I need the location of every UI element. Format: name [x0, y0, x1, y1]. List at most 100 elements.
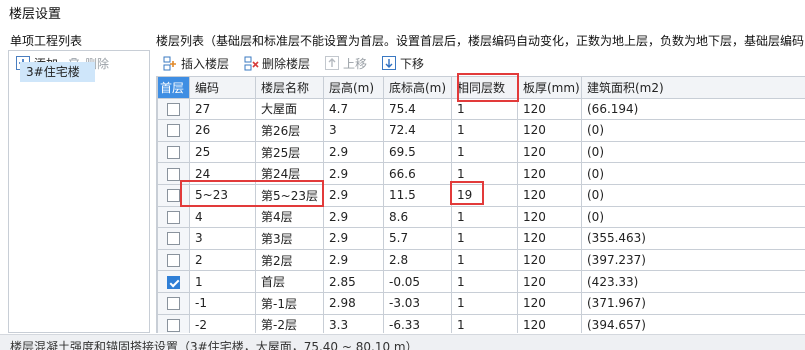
table-row[interactable]: 27 大屋面 4.7 75.4 1 120 (66.194) — [157, 97, 805, 121]
cell-same[interactable]: 1 — [451, 162, 518, 185]
cell-same[interactable]: 1 — [451, 270, 518, 293]
cell-name[interactable]: 第4层 — [255, 205, 324, 229]
table-row[interactable]: -1 第-1层 2.98 -3.03 1 120 (371.967) — [157, 291, 805, 315]
cell-name[interactable]: 大屋面 — [255, 97, 324, 121]
cell-name[interactable]: 第26层 — [255, 119, 324, 142]
cell-code[interactable]: -1 — [189, 291, 256, 315]
cell-area[interactable]: (355.463) — [581, 227, 805, 250]
cell-slab[interactable]: 120 — [517, 97, 582, 121]
cell-base[interactable]: -0.05 — [383, 270, 452, 293]
cell-same[interactable]: 1 — [451, 248, 518, 272]
cell-code[interactable]: 5~23 — [189, 183, 256, 207]
cell-height[interactable]: 2.85 — [323, 270, 384, 293]
cell-same[interactable]: 1 — [451, 119, 518, 142]
table-row[interactable]: 24 第24层 2.9 66.6 1 120 (0) — [157, 162, 805, 185]
cell-name[interactable]: 第24层 — [255, 162, 324, 185]
col-header-slab-thickness[interactable]: 板厚(mm) — [517, 76, 582, 99]
cell-base[interactable]: -6.33 — [383, 313, 452, 333]
cell-slab[interactable]: 120 — [517, 270, 582, 293]
col-header-floor-name[interactable]: 楼层名称 — [255, 76, 324, 99]
first-floor-checkbox[interactable] — [167, 124, 180, 138]
cell-height[interactable]: 2.9 — [323, 162, 384, 185]
cell-base[interactable]: 75.4 — [383, 97, 452, 121]
cell-area[interactable]: (0) — [581, 140, 805, 164]
table-row[interactable]: 25 第25层 2.9 69.5 1 120 (0) — [157, 140, 805, 164]
cell-area[interactable]: (423.33) — [581, 270, 805, 293]
cell-height[interactable]: 2.9 — [323, 183, 384, 207]
cell-code[interactable]: 4 — [189, 205, 256, 229]
cell-height[interactable]: 3.3 — [323, 313, 384, 333]
col-header-code[interactable]: 编码 — [189, 76, 256, 99]
table-row[interactable]: 1 首层 2.85 -0.05 1 120 (423.33) — [157, 270, 805, 293]
delete-floor-button[interactable]: 删除楼层 — [243, 55, 310, 72]
cell-code[interactable]: 27 — [189, 97, 256, 121]
cell-code[interactable]: 1 — [189, 270, 256, 293]
cell-code[interactable]: 25 — [189, 140, 256, 164]
cell-area[interactable]: (371.967) — [581, 291, 805, 315]
cell-area[interactable]: (0) — [581, 205, 805, 229]
cell-height[interactable]: 2.98 — [323, 291, 384, 315]
cell-height[interactable]: 2.9 — [323, 140, 384, 164]
cell-name[interactable]: 第-1层 — [255, 291, 324, 315]
cell-code[interactable]: 26 — [189, 119, 256, 142]
cell-name[interactable]: 第2层 — [255, 248, 324, 272]
cell-slab[interactable]: 120 — [517, 162, 582, 185]
cell-slab[interactable]: 120 — [517, 291, 582, 315]
cell-name[interactable]: 第3层 — [255, 227, 324, 250]
cell-base[interactable]: 2.8 — [383, 248, 452, 272]
cell-area[interactable]: (397.237) — [581, 248, 805, 272]
cell-slab[interactable]: 120 — [517, 205, 582, 229]
table-row[interactable]: -2 第-2层 3.3 -6.33 1 120 (394.657) — [157, 313, 805, 333]
cell-height[interactable]: 2.9 — [323, 227, 384, 250]
col-header-first-floor[interactable]: 首层 — [157, 76, 190, 99]
cell-area[interactable]: (0) — [581, 162, 805, 185]
cell-height[interactable]: 2.9 — [323, 248, 384, 272]
cell-area[interactable]: (66.194) — [581, 97, 805, 121]
first-floor-checkbox[interactable] — [167, 189, 180, 203]
col-header-same-floors[interactable]: 相同层数 — [451, 76, 518, 99]
move-up-button[interactable]: 上移 — [324, 55, 367, 72]
col-header-base-elevation[interactable]: 底标高(m) — [383, 76, 452, 99]
cell-height[interactable]: 4.7 — [323, 97, 384, 121]
table-row[interactable]: 5~23 第5~23层 2.9 11.5 19 120 (0) — [157, 183, 805, 207]
cell-same[interactable]: 1 — [451, 97, 518, 121]
cell-name[interactable]: 第25层 — [255, 140, 324, 164]
cell-area[interactable]: (0) — [581, 183, 805, 207]
table-row[interactable]: 4 第4层 2.9 8.6 1 120 (0) — [157, 205, 805, 229]
cell-same[interactable]: 1 — [451, 227, 518, 250]
cell-slab[interactable]: 120 — [517, 183, 582, 207]
cell-same[interactable]: 1 — [451, 291, 518, 315]
cell-base[interactable]: 72.4 — [383, 119, 452, 142]
cell-height[interactable]: 2.9 — [323, 205, 384, 229]
cell-base[interactable]: 5.7 — [383, 227, 452, 250]
first-floor-checkbox[interactable] — [167, 318, 180, 332]
cell-base[interactable]: 66.6 — [383, 162, 452, 185]
move-down-button[interactable]: 下移 — [381, 55, 424, 72]
cell-same[interactable]: 1 — [451, 313, 518, 333]
table-row[interactable]: 26 第26层 3 72.4 1 120 (0) — [157, 119, 805, 142]
first-floor-checkbox[interactable] — [167, 275, 180, 289]
first-floor-checkbox[interactable] — [167, 167, 180, 181]
cell-same[interactable]: 1 — [451, 205, 518, 229]
insert-floor-button[interactable]: 插入楼层 — [162, 55, 229, 72]
cell-base[interactable]: 8.6 — [383, 205, 452, 229]
col-header-floor-area[interactable]: 建筑面积(m2) — [581, 76, 805, 99]
first-floor-checkbox[interactable] — [167, 297, 180, 311]
cell-code[interactable]: 3 — [189, 227, 256, 250]
cell-name[interactable]: 第-2层 — [255, 313, 324, 333]
cell-slab[interactable]: 120 — [517, 248, 582, 272]
cell-slab[interactable]: 120 — [517, 227, 582, 250]
cell-area[interactable]: (0) — [581, 119, 805, 142]
cell-area[interactable]: (394.657) — [581, 313, 805, 333]
first-floor-checkbox[interactable] — [167, 232, 180, 246]
cell-name[interactable]: 第5~23层 — [255, 183, 324, 207]
table-row[interactable]: 2 第2层 2.9 2.8 1 120 (397.237) — [157, 248, 805, 272]
cell-code[interactable]: 24 — [189, 162, 256, 185]
first-floor-checkbox[interactable] — [167, 146, 180, 160]
first-floor-checkbox[interactable] — [167, 254, 180, 268]
col-header-height[interactable]: 层高(m) — [323, 76, 384, 99]
cell-height[interactable]: 3 — [323, 119, 384, 142]
cell-code[interactable]: 2 — [189, 248, 256, 272]
first-floor-checkbox[interactable] — [167, 102, 180, 116]
cell-base[interactable]: 11.5 — [383, 183, 452, 207]
